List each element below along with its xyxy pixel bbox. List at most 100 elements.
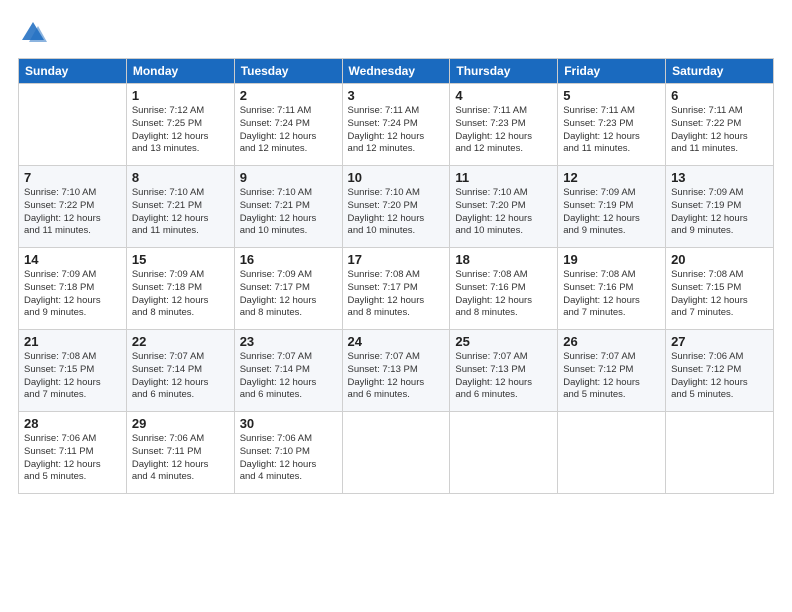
calendar-cell: 26 Sunrise: 7:07 AM Sunset: 7:12 PM Dayli… xyxy=(558,330,666,412)
day-info: Sunrise: 7:10 AM Sunset: 7:21 PM Dayligh… xyxy=(240,187,337,238)
day-info: Sunrise: 7:07 AM Sunset: 7:13 PM Dayligh… xyxy=(348,351,445,402)
day-number: 26 xyxy=(563,334,660,349)
day-info: Sunrise: 7:09 AM Sunset: 7:19 PM Dayligh… xyxy=(671,187,768,238)
day-number: 27 xyxy=(671,334,768,349)
calendar-cell xyxy=(19,84,127,166)
calendar-cell: 11Sunrise: 7:10 AM Sunset: 7:20 PM Dayli… xyxy=(450,166,558,248)
calendar-cell: 2 Sunrise: 7:11 AM Sunset: 7:24 PM Daylig… xyxy=(234,84,342,166)
day-info: Sunrise: 7:09 AM Sunset: 7:19 PM Dayligh… xyxy=(563,187,660,238)
day-number: 28 xyxy=(24,416,121,431)
day-info: Sunrise: 7:08 AM Sunset: 7:15 PM Dayligh… xyxy=(24,351,121,402)
day-number: 15 xyxy=(132,252,229,267)
day-info: Sunrise: 7:06 AM Sunset: 7:11 PM Dayligh… xyxy=(24,433,121,484)
calendar-header-monday: Monday xyxy=(126,59,234,84)
day-info: Sunrise: 7:06 AM Sunset: 7:11 PM Dayligh… xyxy=(132,433,229,484)
day-info: Sunrise: 7:06 AM Sunset: 7:10 PM Dayligh… xyxy=(240,433,337,484)
day-number: 14 xyxy=(24,252,121,267)
day-number: 25 xyxy=(455,334,552,349)
logo xyxy=(18,18,52,48)
day-info: Sunrise: 7:12 AM Sunset: 7:25 PM Dayligh… xyxy=(132,105,229,156)
calendar-cell: 15 Sunrise: 7:09 AM Sunset: 7:18 PM Dayli… xyxy=(126,248,234,330)
logo-icon xyxy=(18,18,48,48)
day-number: 12 xyxy=(563,170,660,185)
day-info: Sunrise: 7:11 AM Sunset: 7:24 PM Dayligh… xyxy=(240,105,337,156)
day-number: 24 xyxy=(348,334,445,349)
calendar-cell: 16 Sunrise: 7:09 AM Sunset: 7:17 PM Dayli… xyxy=(234,248,342,330)
calendar-week-3: 14 Sunrise: 7:09 AM Sunset: 7:18 PM Dayli… xyxy=(19,248,774,330)
calendar-cell xyxy=(558,412,666,494)
day-info: Sunrise: 7:07 AM Sunset: 7:14 PM Dayligh… xyxy=(240,351,337,402)
calendar-cell: 1 Sunrise: 7:12 AM Sunset: 7:25 PM Daylig… xyxy=(126,84,234,166)
day-number: 19 xyxy=(563,252,660,267)
calendar-cell: 14 Sunrise: 7:09 AM Sunset: 7:18 PM Dayli… xyxy=(19,248,127,330)
day-number: 21 xyxy=(24,334,121,349)
day-info: Sunrise: 7:07 AM Sunset: 7:12 PM Dayligh… xyxy=(563,351,660,402)
calendar-cell: 12 Sunrise: 7:09 AM Sunset: 7:19 PM Dayli… xyxy=(558,166,666,248)
day-info: Sunrise: 7:10 AM Sunset: 7:20 PM Dayligh… xyxy=(348,187,445,238)
calendar-cell: 28 Sunrise: 7:06 AM Sunset: 7:11 PM Dayli… xyxy=(19,412,127,494)
day-info: Sunrise: 7:10 AM Sunset: 7:22 PM Dayligh… xyxy=(24,187,121,238)
day-number: 2 xyxy=(240,88,337,103)
calendar-cell: 23 Sunrise: 7:07 AM Sunset: 7:14 PM Dayli… xyxy=(234,330,342,412)
page: SundayMondayTuesdayWednesdayThursdayFrid… xyxy=(0,0,792,612)
calendar-header-sunday: Sunday xyxy=(19,59,127,84)
day-info: Sunrise: 7:07 AM Sunset: 7:14 PM Dayligh… xyxy=(132,351,229,402)
day-number: 10 xyxy=(348,170,445,185)
calendar-week-4: 21 Sunrise: 7:08 AM Sunset: 7:15 PM Dayli… xyxy=(19,330,774,412)
calendar-cell: 30 Sunrise: 7:06 AM Sunset: 7:10 PM Dayli… xyxy=(234,412,342,494)
day-info: Sunrise: 7:06 AM Sunset: 7:12 PM Dayligh… xyxy=(671,351,768,402)
day-info: Sunrise: 7:11 AM Sunset: 7:23 PM Dayligh… xyxy=(455,105,552,156)
day-info: Sunrise: 7:08 AM Sunset: 7:16 PM Dayligh… xyxy=(563,269,660,320)
day-info: Sunrise: 7:09 AM Sunset: 7:17 PM Dayligh… xyxy=(240,269,337,320)
calendar-cell xyxy=(450,412,558,494)
calendar-cell: 20 Sunrise: 7:08 AM Sunset: 7:15 PM Dayli… xyxy=(666,248,774,330)
calendar-cell: 5Sunrise: 7:11 AM Sunset: 7:23 PM Daylig… xyxy=(558,84,666,166)
calendar-cell: 19 Sunrise: 7:08 AM Sunset: 7:16 PM Dayli… xyxy=(558,248,666,330)
header xyxy=(18,18,774,48)
day-info: Sunrise: 7:10 AM Sunset: 7:21 PM Dayligh… xyxy=(132,187,229,238)
calendar-cell: 22 Sunrise: 7:07 AM Sunset: 7:14 PM Dayli… xyxy=(126,330,234,412)
calendar-cell: 4Sunrise: 7:11 AM Sunset: 7:23 PM Daylig… xyxy=(450,84,558,166)
day-number: 3 xyxy=(348,88,445,103)
day-number: 11 xyxy=(455,170,552,185)
day-number: 20 xyxy=(671,252,768,267)
calendar-table: SundayMondayTuesdayWednesdayThursdayFrid… xyxy=(18,58,774,494)
day-number: 29 xyxy=(132,416,229,431)
calendar-header-saturday: Saturday xyxy=(666,59,774,84)
calendar-cell xyxy=(666,412,774,494)
calendar-header-wednesday: Wednesday xyxy=(342,59,450,84)
calendar-cell xyxy=(342,412,450,494)
day-info: Sunrise: 7:11 AM Sunset: 7:23 PM Dayligh… xyxy=(563,105,660,156)
calendar-cell: 21 Sunrise: 7:08 AM Sunset: 7:15 PM Dayli… xyxy=(19,330,127,412)
day-number: 30 xyxy=(240,416,337,431)
day-info: Sunrise: 7:08 AM Sunset: 7:15 PM Dayligh… xyxy=(671,269,768,320)
day-info: Sunrise: 7:11 AM Sunset: 7:24 PM Dayligh… xyxy=(348,105,445,156)
day-number: 18 xyxy=(455,252,552,267)
calendar-header-tuesday: Tuesday xyxy=(234,59,342,84)
calendar-header-friday: Friday xyxy=(558,59,666,84)
calendar-cell: 6Sunrise: 7:11 AM Sunset: 7:22 PM Daylig… xyxy=(666,84,774,166)
calendar-week-1: 1 Sunrise: 7:12 AM Sunset: 7:25 PM Daylig… xyxy=(19,84,774,166)
day-number: 22 xyxy=(132,334,229,349)
calendar-cell: 8 Sunrise: 7:10 AM Sunset: 7:21 PM Daylig… xyxy=(126,166,234,248)
day-number: 17 xyxy=(348,252,445,267)
calendar-cell: 17Sunrise: 7:08 AM Sunset: 7:17 PM Dayli… xyxy=(342,248,450,330)
day-number: 1 xyxy=(132,88,229,103)
calendar-week-2: 7Sunrise: 7:10 AM Sunset: 7:22 PM Daylig… xyxy=(19,166,774,248)
calendar-cell: 29 Sunrise: 7:06 AM Sunset: 7:11 PM Dayli… xyxy=(126,412,234,494)
calendar-cell: 3 Sunrise: 7:11 AM Sunset: 7:24 PM Daylig… xyxy=(342,84,450,166)
day-info: Sunrise: 7:09 AM Sunset: 7:18 PM Dayligh… xyxy=(24,269,121,320)
calendar-cell: 25Sunrise: 7:07 AM Sunset: 7:13 PM Dayli… xyxy=(450,330,558,412)
calendar-cell: 27 Sunrise: 7:06 AM Sunset: 7:12 PM Dayli… xyxy=(666,330,774,412)
day-info: Sunrise: 7:08 AM Sunset: 7:16 PM Dayligh… xyxy=(455,269,552,320)
day-info: Sunrise: 7:11 AM Sunset: 7:22 PM Dayligh… xyxy=(671,105,768,156)
day-number: 23 xyxy=(240,334,337,349)
calendar-week-5: 28 Sunrise: 7:06 AM Sunset: 7:11 PM Dayli… xyxy=(19,412,774,494)
day-number: 8 xyxy=(132,170,229,185)
day-number: 16 xyxy=(240,252,337,267)
calendar-cell: 7Sunrise: 7:10 AM Sunset: 7:22 PM Daylig… xyxy=(19,166,127,248)
calendar-cell: 10 Sunrise: 7:10 AM Sunset: 7:20 PM Dayli… xyxy=(342,166,450,248)
calendar-cell: 13Sunrise: 7:09 AM Sunset: 7:19 PM Dayli… xyxy=(666,166,774,248)
day-number: 9 xyxy=(240,170,337,185)
day-info: Sunrise: 7:09 AM Sunset: 7:18 PM Dayligh… xyxy=(132,269,229,320)
